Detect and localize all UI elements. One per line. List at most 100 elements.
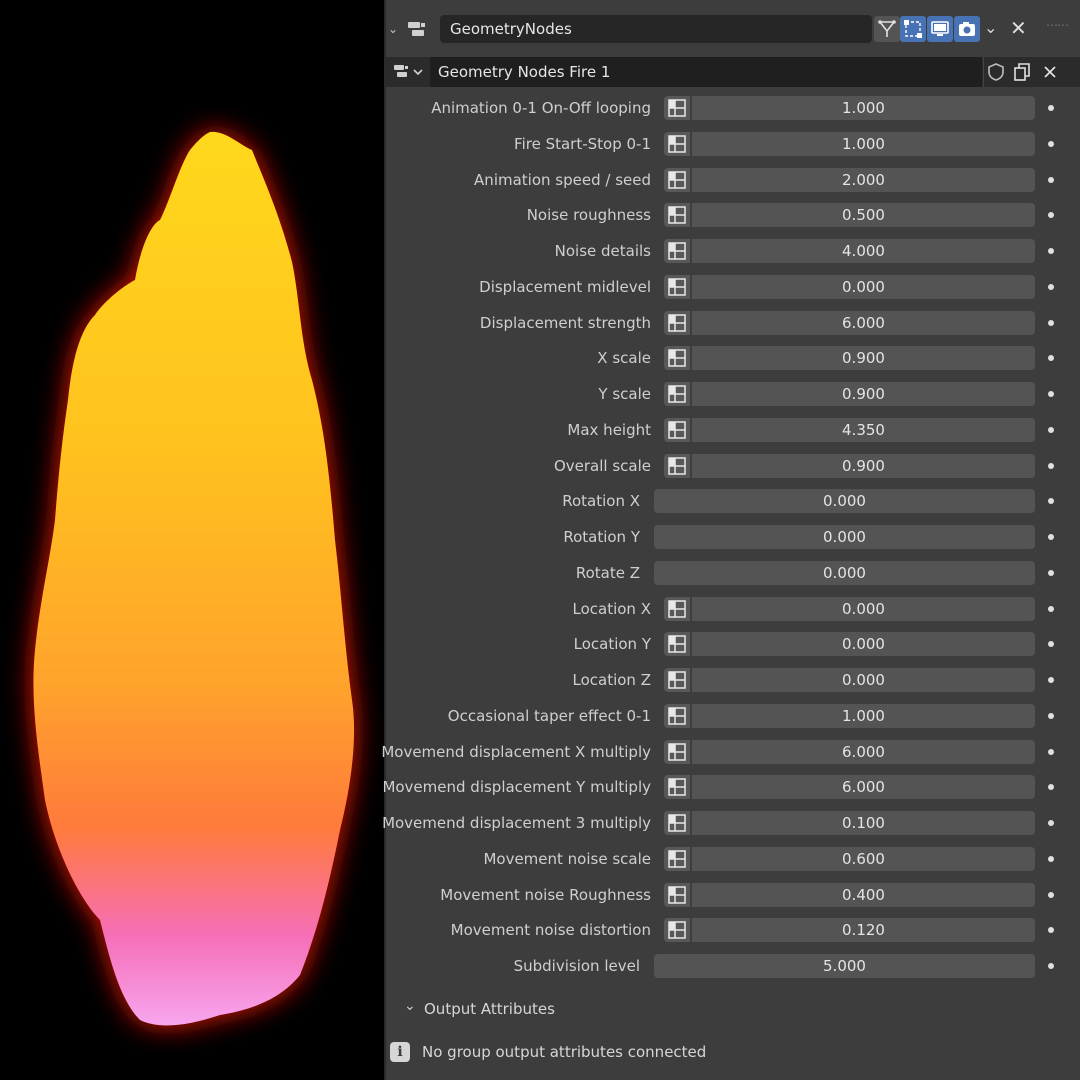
keyframe-dot-icon[interactable] xyxy=(1048,605,1054,612)
parameter-row: Location Z 0.000 xyxy=(386,662,1080,698)
parameter-row: Animation 0-1 On-Off looping 1.000 xyxy=(386,90,1080,126)
keyframe-dot-icon[interactable] xyxy=(1048,212,1054,219)
input-attribute-toggle[interactable] xyxy=(664,846,690,871)
keyframe-dot-icon[interactable] xyxy=(1048,748,1054,755)
input-attribute-toggle[interactable] xyxy=(664,811,690,835)
keyframe-dot-icon[interactable] xyxy=(1048,927,1054,934)
input-attribute-toggle[interactable] xyxy=(664,632,690,657)
parameter-value-field[interactable]: 0.900 xyxy=(692,453,1035,478)
input-attribute-toggle[interactable] xyxy=(664,739,690,764)
input-attribute-toggle[interactable] xyxy=(664,167,690,192)
node-group-name-field[interactable]: Geometry Nodes Fire 1 xyxy=(430,57,982,87)
keyframe-dot-icon[interactable] xyxy=(1048,963,1054,969)
parameter-value-field[interactable]: 0.900 xyxy=(692,346,1035,371)
keyframe-dot-icon[interactable] xyxy=(1048,426,1054,433)
keyframe-dot-icon[interactable] xyxy=(1048,355,1054,362)
parameter-value-field[interactable]: 0.000 xyxy=(692,596,1035,621)
collapse-chevron-icon[interactable]: ⌄ xyxy=(388,22,400,36)
fake-user-button[interactable] xyxy=(984,60,1008,84)
parameter-value-field[interactable]: 0.100 xyxy=(692,811,1035,835)
input-attribute-toggle[interactable] xyxy=(664,668,690,692)
parameter-value-field[interactable]: 0.000 xyxy=(692,274,1035,299)
keyframe-dot-icon[interactable] xyxy=(1048,891,1054,898)
remove-modifier-close-icon[interactable]: ✕ xyxy=(1010,16,1027,40)
keyframe-dot-icon[interactable] xyxy=(1048,855,1054,862)
keyframe-dot-icon[interactable] xyxy=(1048,641,1054,648)
drag-handle-icon[interactable]: ⋯⋯ xyxy=(1046,18,1069,32)
parameter-value-field[interactable]: 5.000 xyxy=(654,954,1035,978)
parameter-value-field[interactable]: 0.400 xyxy=(692,882,1035,907)
on-cage-toggle[interactable] xyxy=(900,16,926,42)
attribute-toggle-icon xyxy=(668,456,686,475)
keyframe-dot-icon[interactable] xyxy=(1048,391,1054,397)
keyframe-dot-icon[interactable] xyxy=(1048,498,1054,505)
keyframe-dot-icon[interactable] xyxy=(1048,283,1054,290)
attribute-toggle-icon xyxy=(668,170,686,189)
keyframe-dot-icon[interactable] xyxy=(1048,248,1054,254)
parameter-value-field[interactable]: 0.900 xyxy=(692,382,1035,406)
keyframe-dot-icon[interactable] xyxy=(1048,534,1054,540)
parameter-label: Location X xyxy=(572,599,652,618)
extra-options-chevron-icon[interactable]: ⌄ xyxy=(984,18,997,37)
keyframe-dot-icon[interactable] xyxy=(1048,677,1054,683)
keyframe-dot-icon[interactable] xyxy=(1048,784,1054,791)
edit-mode-toggle[interactable] xyxy=(874,16,900,42)
input-attribute-toggle[interactable] xyxy=(664,703,690,728)
keyframe-dot-icon[interactable] xyxy=(1048,319,1054,326)
node-tree-icon[interactable] xyxy=(392,62,426,82)
parameter-value-field[interactable]: 6.000 xyxy=(692,775,1035,800)
input-attribute-toggle[interactable] xyxy=(664,918,690,943)
attribute-toggle-icon xyxy=(668,850,686,868)
output-attributes-label: Output Attributes xyxy=(424,1000,555,1018)
parameter-value-field[interactable]: 2.000 xyxy=(692,167,1035,192)
input-attribute-toggle[interactable] xyxy=(664,239,690,263)
input-attribute-toggle[interactable] xyxy=(664,882,690,907)
unlink-button[interactable] xyxy=(1038,60,1062,84)
output-attributes-header[interactable]: ⌄ Output Attributes xyxy=(386,994,1080,1024)
parameter-value-field[interactable]: 0.000 xyxy=(654,489,1035,514)
input-attribute-toggle[interactable] xyxy=(664,775,690,800)
attribute-toggle-icon xyxy=(668,599,686,618)
parameter-value-field[interactable]: 0.000 xyxy=(654,560,1035,585)
parameter-value-field[interactable]: 0.000 xyxy=(654,525,1035,549)
attribute-toggle-icon xyxy=(668,242,686,260)
duplicate-button[interactable] xyxy=(1010,60,1034,84)
duplicate-icon xyxy=(1014,63,1030,81)
parameter-value-field[interactable]: 1.000 xyxy=(692,131,1035,156)
input-attribute-toggle[interactable] xyxy=(664,596,690,621)
input-attribute-toggle[interactable] xyxy=(664,453,690,478)
attribute-toggle-icon xyxy=(668,921,686,939)
parameter-value-field[interactable]: 0.000 xyxy=(692,632,1035,657)
keyframe-dot-icon[interactable] xyxy=(1048,176,1054,183)
parameter-value-field[interactable]: 0.500 xyxy=(692,203,1035,228)
input-attribute-toggle[interactable] xyxy=(664,310,690,335)
input-attribute-toggle[interactable] xyxy=(664,417,690,442)
parameter-value-field[interactable]: 0.600 xyxy=(692,846,1035,871)
keyframe-dot-icon[interactable] xyxy=(1048,140,1054,147)
attribute-toggle-icon xyxy=(668,278,686,296)
input-attribute-toggle[interactable] xyxy=(664,346,690,371)
3d-viewport[interactable] xyxy=(0,0,384,1080)
input-attribute-toggle[interactable] xyxy=(664,274,690,299)
modifier-name-field[interactable]: GeometryNodes xyxy=(440,15,872,43)
parameter-value-field[interactable]: 1.000 xyxy=(692,703,1035,728)
parameter-value-field[interactable]: 6.000 xyxy=(692,310,1035,335)
keyframe-dot-icon[interactable] xyxy=(1048,712,1054,719)
parameter-value-field[interactable]: 1.000 xyxy=(692,96,1035,120)
input-attribute-toggle[interactable] xyxy=(664,382,690,406)
keyframe-dot-icon[interactable] xyxy=(1048,105,1054,111)
input-attribute-toggle[interactable] xyxy=(664,203,690,228)
parameter-value-field[interactable]: 0.000 xyxy=(692,668,1035,692)
parameter-value-field[interactable]: 4.350 xyxy=(692,417,1035,442)
input-attribute-toggle[interactable] xyxy=(664,131,690,156)
keyframe-dot-icon[interactable] xyxy=(1048,820,1054,826)
input-attribute-toggle[interactable] xyxy=(664,96,690,120)
parameter-value-field[interactable]: 4.000 xyxy=(692,239,1035,263)
parameter-value-field[interactable]: 0.120 xyxy=(692,918,1035,943)
render-toggle[interactable] xyxy=(954,16,980,42)
keyframe-dot-icon[interactable] xyxy=(1048,569,1054,576)
keyframe-dot-icon[interactable] xyxy=(1048,462,1054,469)
parameter-value-field[interactable]: 6.000 xyxy=(692,739,1035,764)
parameter-label: Movement noise scale xyxy=(483,849,651,868)
viewport-display-toggle[interactable] xyxy=(927,16,953,42)
